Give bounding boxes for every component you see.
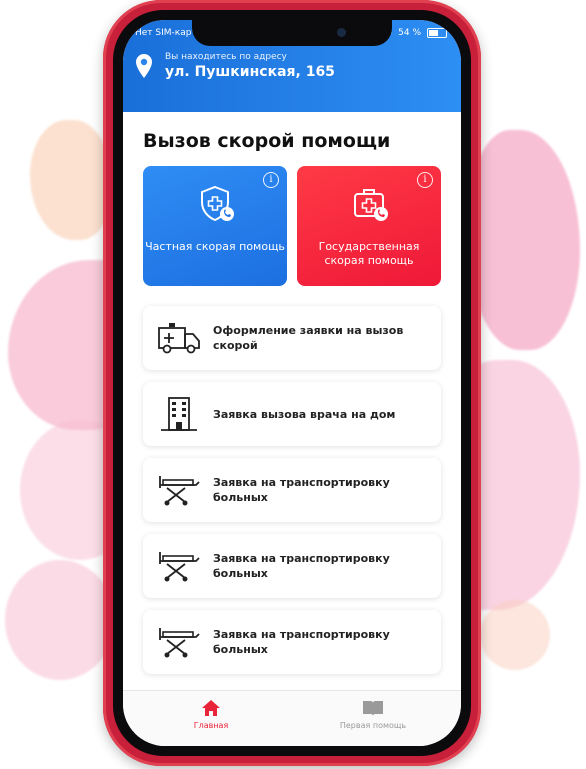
building-icon [161, 397, 197, 431]
private-ambulance-card[interactable]: i Частная скорая помощь [143, 166, 287, 286]
list-item-label: Заявка на транспортировку больных [213, 552, 390, 580]
home-icon [202, 700, 220, 716]
page-title: Вызов скорой помощи [143, 130, 391, 152]
list-item-label: Заявка на транспортировку больных [213, 476, 390, 504]
phone-frame: Нет SIM-карты ✱ 54 % Вы находитесь по ад… [103, 0, 481, 766]
shield-medical-phone-icon [201, 185, 234, 222]
battery-percent: 54 % [398, 28, 421, 38]
stretcher-icon [159, 552, 200, 582]
state-ambulance-card[interactable]: i Государственная скорая помощь [297, 166, 441, 286]
medkit-phone-icon [354, 189, 388, 221]
stretcher-icon [159, 628, 200, 658]
current-address[interactable]: Вы находитесь по адресу ул. Пушкинская, … [135, 52, 335, 80]
ambulance-icon [158, 323, 200, 354]
camera-icon [337, 28, 346, 37]
list-item-label: Заявка вызова врача на дом [213, 407, 396, 421]
list-item-doctor-home[interactable]: Заявка вызова врача на дом [143, 382, 441, 446]
location-pin-icon [136, 54, 152, 78]
list-item-transport[interactable]: Заявка на транспортировку больных [143, 534, 441, 598]
list-item-label: Оформление заявки на вызов скорой [213, 324, 404, 352]
main-content: Вызов скорой помощи i Частная скорая пом… [123, 112, 461, 690]
battery-icon [427, 28, 447, 38]
list-item-label: Заявка на транспортировку больных [213, 628, 390, 656]
card-label: Государственная скорая помощь [318, 240, 420, 267]
phone-screen: Нет SIM-карты ✱ 54 % Вы находитесь по ад… [123, 20, 461, 746]
list-item-ambulance-request[interactable]: Оформление заявки на вызов скорой [143, 306, 441, 370]
tab-first-aid[interactable]: Первая помощь [313, 699, 433, 730]
tab-label: Главная [193, 721, 229, 730]
tab-label: Первая помощь [339, 721, 407, 730]
background-blob [30, 120, 110, 240]
background-blob [5, 560, 115, 680]
phone-notch [192, 20, 392, 46]
list-item-transport[interactable]: Заявка на транспортировку больных [143, 610, 441, 674]
background-blob [470, 130, 580, 350]
address-caption: Вы находитесь по адресу [165, 52, 287, 62]
info-icon[interactable]: i [263, 172, 279, 188]
background-blob [480, 600, 550, 670]
list-item-transport[interactable]: Заявка на транспортировку больных [143, 458, 441, 522]
book-icon [363, 701, 383, 716]
stretcher-icon [159, 476, 200, 506]
info-icon[interactable]: i [417, 172, 433, 188]
address-street: ул. Пушкинская, 165 [165, 64, 335, 80]
tab-home[interactable]: Главная [151, 699, 271, 730]
bottom-tab-bar: Главная Первая помощь [123, 690, 461, 746]
card-label: Частная скорая помощь [145, 240, 285, 253]
